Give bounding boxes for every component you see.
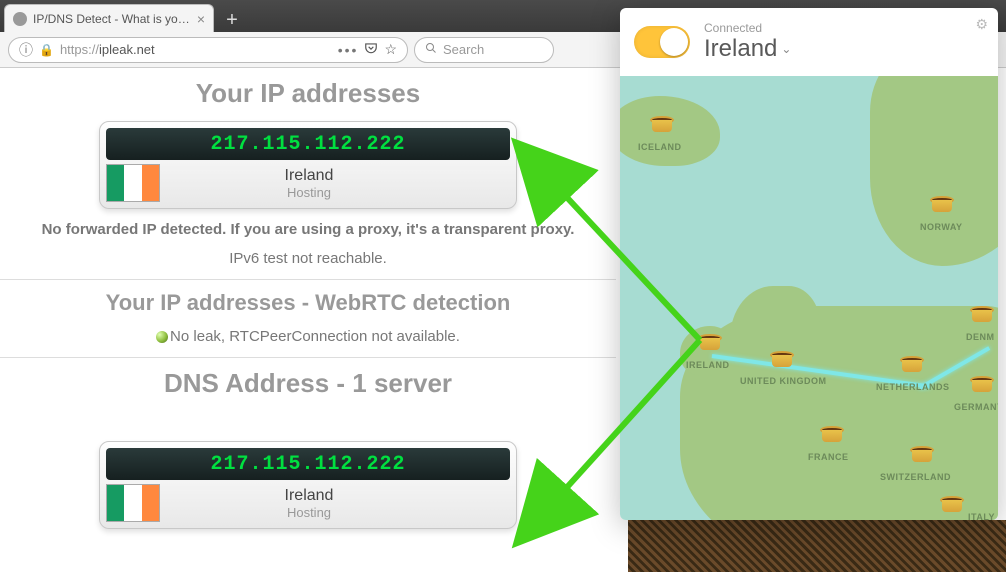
tab-title: IP/DNS Detect - What is your IP — [33, 12, 193, 26]
lock-icon: 🔒 — [39, 43, 54, 57]
ipv6-note: IPv6 test not reachable. — [8, 250, 608, 267]
site-info-icon[interactable]: ⓘ — [19, 40, 33, 60]
server-uk[interactable] — [770, 351, 794, 371]
dns-ip-value: 217.115.112.222 — [106, 448, 510, 480]
ip-subtitle: Hosting — [162, 185, 456, 200]
url-host: ipleak.net — [99, 42, 155, 57]
ireland-flag-icon — [106, 484, 160, 522]
toggle-knob — [660, 28, 688, 56]
vpn-location-dropdown[interactable]: Ireland ⌄ — [704, 35, 791, 63]
map-label-france: FRANCE — [808, 452, 849, 462]
heading-webrtc: Your IP addresses - WebRTC detection — [0, 290, 616, 316]
server-norway[interactable] — [930, 196, 954, 216]
server-iceland[interactable] — [650, 116, 674, 136]
divider — [0, 279, 616, 280]
webrtc-status: No leak, RTCPeerConnection not available… — [8, 328, 608, 345]
map-label-italy: ITALY — [968, 512, 995, 520]
map-label-germany: GERMANY — [954, 402, 998, 412]
server-denmark[interactable] — [970, 306, 994, 326]
ip-card: 217.115.112.222 Ireland Hosting — [99, 121, 517, 209]
heading-dns: DNS Address - 1 server — [0, 368, 616, 399]
dns-card: 217.115.112.222 Ireland Hosting — [99, 441, 517, 529]
server-italy[interactable] — [940, 496, 964, 516]
chevron-down-icon: ⌄ — [781, 42, 791, 56]
vpn-status-label: Connected — [704, 21, 791, 35]
server-germany[interactable] — [970, 376, 994, 396]
new-tab-button[interactable]: + — [218, 8, 246, 32]
ip-address-value: 217.115.112.222 — [106, 128, 510, 160]
gear-icon[interactable]: ⚙ — [975, 16, 988, 33]
vpn-toggle[interactable] — [634, 26, 690, 58]
vpn-panel: Connected Ireland ⌄ ⚙ ICELAND NORWAY — [620, 8, 998, 520]
server-switzerland[interactable] — [910, 446, 934, 466]
map-label-switzerland: SWITZERLAND — [880, 472, 951, 482]
vpn-header: Connected Ireland ⌄ ⚙ — [620, 8, 998, 76]
map-label-denmark: DENM — [966, 332, 995, 342]
search-bar[interactable]: Search — [414, 37, 554, 63]
map-label-netherlands: NETHERLANDS — [876, 382, 950, 392]
dns-subtitle: Hosting — [162, 505, 456, 520]
browser-tab[interactable]: IP/DNS Detect - What is your IP × — [4, 4, 214, 32]
tab-close-icon[interactable]: × — [197, 11, 205, 27]
background-texture — [628, 520, 1006, 572]
server-france[interactable] — [820, 426, 844, 446]
vpn-map[interactable]: ICELAND NORWAY IRELAND UNITED KINGDOM DE… — [620, 76, 998, 520]
map-label-ireland: IRELAND — [686, 360, 730, 370]
url-protocol: https:// — [60, 42, 99, 57]
server-netherlands[interactable] — [900, 356, 924, 376]
status-orb-icon — [156, 331, 168, 343]
url-text: https://ipleak.net — [60, 42, 332, 57]
tab-favicon — [13, 12, 27, 26]
map-label-norway: NORWAY — [920, 222, 963, 232]
bookmark-star-icon[interactable]: ☆ — [384, 41, 397, 58]
search-placeholder: Search — [443, 42, 484, 57]
map-label-uk: UNITED KINGDOM — [740, 376, 827, 386]
page-actions-icon[interactable]: ••• — [338, 42, 359, 58]
forwarded-ip-note: No forwarded IP detected. If you are usi… — [8, 221, 608, 238]
dns-country: Ireland — [162, 487, 456, 505]
ireland-flag-icon — [106, 164, 160, 202]
server-ireland[interactable] — [698, 334, 722, 354]
heading-ip-addresses: Your IP addresses — [0, 78, 616, 109]
ip-country: Ireland — [162, 167, 456, 185]
pocket-icon[interactable] — [364, 41, 378, 58]
url-bar[interactable]: ⓘ 🔒 https://ipleak.net ••• ☆ — [8, 37, 408, 63]
page-content: Your IP addresses 217.115.112.222 Irelan… — [0, 68, 616, 572]
map-label-iceland: ICELAND — [638, 142, 682, 152]
divider — [0, 357, 616, 358]
search-icon — [425, 42, 437, 57]
